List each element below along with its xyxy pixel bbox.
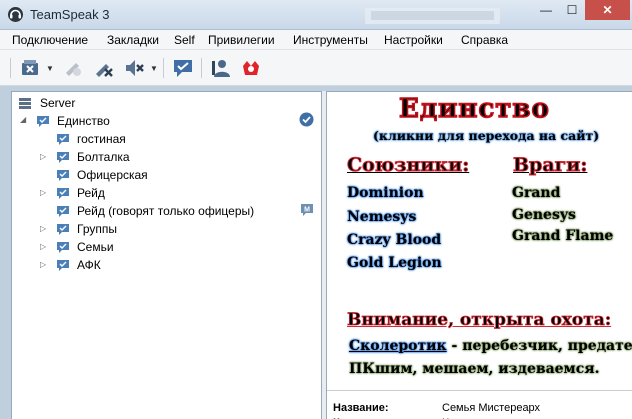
mute-microphone-icon[interactable] [93,57,115,79]
channel-name: Рейд (говорят только офицеры) [77,204,255,218]
chevron-down-icon[interactable]: ▼ [46,64,54,73]
title-bar: TeamSpeak 3 — ☐ ✕ [0,0,632,30]
divider [327,390,632,391]
channel-name: Группы [77,222,117,236]
blurred-tab [365,8,500,24]
enemy-item: Grand [512,185,561,201]
menu-bar: Подключение Закладки Self Привилегии Инс… [0,30,632,50]
enemies-heading: Враги: [512,154,588,177]
ally-item: Gold Legion [347,255,442,271]
contacts-icon[interactable] [210,57,232,79]
edit-bookmark-icon[interactable] [62,57,84,79]
window-title: TeamSpeak 3 [30,7,110,22]
maximize-button[interactable]: ☐ [559,0,585,20]
expand-arrow-icon[interactable]: ▷ [40,152,49,162]
toolbar: ▼ ▼ [0,50,632,86]
enemy-item: Grand Flame [512,228,614,244]
teamspeak-logo-icon [8,7,23,22]
channel-icon [57,205,69,217]
channel-banner[interactable]: Единство (кликни для перехода на сайт) С… [327,92,632,387]
channel-name: Рейд [77,186,105,200]
channel-name: гостиная [77,132,126,146]
svg-text:M: M [304,207,310,214]
channel-row-raid[interactable]: Рейд [56,184,105,202]
channel-tree: Server ◢ Единство гостиная ▷ Болталка Оф… [11,91,322,419]
channel-name: Офицерская [77,168,148,182]
target-line: Сколеротик - перебезчик, предатель. [349,338,632,354]
ally-item: Dominion [347,185,424,201]
channel-row-lounge[interactable]: гостиная [56,130,126,148]
minimize-button[interactable]: — [533,0,559,20]
channel-row-families[interactable]: Семьи [56,238,114,256]
menu-connection[interactable]: Подключение [12,33,88,47]
channel-info-panel: Единство (кликни для перехода на сайт) С… [326,91,632,419]
channel-row-afk[interactable]: АФК [56,256,101,274]
server-row[interactable]: Server [18,94,75,112]
channel-name: Единство [57,114,110,128]
expand-arrow-icon[interactable]: ◢ [20,115,29,125]
expand-arrow-icon[interactable]: ▷ [40,242,49,252]
server-icon [19,97,31,109]
channel-icon [57,133,69,145]
allies-heading: Союзники: [346,154,470,177]
menu-help[interactable]: Справка [461,33,508,47]
toolbar-separator [163,58,164,78]
channel-row-chat[interactable]: Болталка [56,148,130,166]
enemy-item: Genesys [512,207,576,223]
target-name: Сколеротик [349,338,447,354]
channel-icon [37,115,49,127]
ally-item: Crazy Blood [347,232,442,248]
channel-row-officers[interactable]: Офицерская [56,166,148,184]
away-icon[interactable] [172,57,194,79]
channel-icon [57,259,69,271]
toolbar-separator [201,58,202,78]
menu-self[interactable]: Self [174,33,195,47]
menu-permissions[interactable]: Привилегии [208,33,275,47]
toolbar-grip [10,58,11,78]
expand-arrow-icon[interactable]: ▷ [40,224,49,234]
channel-name: АФК [77,258,101,272]
default-channel-icon [299,112,314,127]
name-label: Название: [333,402,389,414]
channel-icon [57,187,69,199]
target-text: - перебезчик, предатель. [451,338,632,354]
ally-item: Nemesys [347,209,417,225]
target-line-2: ПКшим, мешаем, издеваемся. [349,361,600,377]
channel-name: Семьи [77,240,114,254]
chevron-down-icon[interactable]: ▼ [150,64,158,73]
name-value: Семья Мистереарх [442,402,541,414]
warning-heading: Внимание, открыта охота: [347,310,612,331]
expand-arrow-icon[interactable]: ▷ [40,260,49,270]
menu-bookmarks[interactable]: Закладки [107,33,159,47]
channel-icon [57,241,69,253]
banner-title: Единство [398,93,550,125]
channel-row-groups[interactable]: Группы [56,220,117,238]
channel-icon [57,169,69,181]
channel-icon [57,151,69,163]
channel-row-root[interactable]: Единство [36,112,110,130]
close-button[interactable]: ✕ [585,0,630,20]
channel-name: Болталка [77,150,130,164]
channel-icon [57,223,69,235]
moderated-icon: M [301,204,313,216]
mute-speakers-icon[interactable] [124,57,146,79]
menu-settings[interactable]: Настройки [384,33,443,47]
whisper-icon[interactable] [240,57,262,79]
banner-subtitle[interactable]: (кликни для перехода на сайт) [373,128,599,143]
expand-arrow-icon[interactable]: ▷ [40,188,49,198]
menu-tools[interactable]: Инструменты [293,33,368,47]
server-name: Server [40,96,76,110]
channel-row-raid-officers[interactable]: Рейд (говорят только офицеры) [56,202,254,220]
disconnect-icon[interactable] [20,57,42,79]
